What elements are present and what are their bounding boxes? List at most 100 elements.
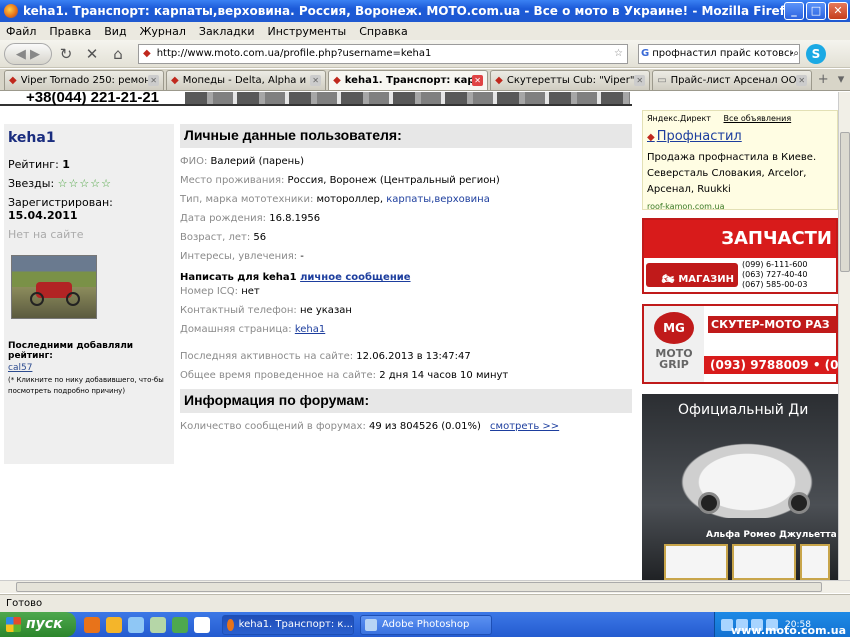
menu-file[interactable]: Файл [6, 25, 36, 38]
minimize-button[interactable]: _ [784, 2, 804, 20]
car-thumbnail[interactable] [732, 544, 796, 580]
field-fio: ФИО: Валерий (парень) [180, 156, 632, 167]
profile-main: Личные данные пользователя: ФИО: Валерий… [180, 124, 632, 440]
tab-label: Скутеретты Cub: "Viper" -... [506, 75, 635, 86]
tab-close-icon[interactable]: ✕ [634, 75, 646, 86]
tab-close-icon[interactable]: ✕ [796, 75, 808, 86]
taskbar-item-firefox[interactable]: keha1. Транспорт: к... [222, 614, 354, 635]
menu-history[interactable]: Журнал [140, 25, 186, 38]
rating-label: Рейтинг: [8, 158, 59, 171]
phone-label: Контактный телефон: [180, 305, 297, 316]
start-button[interactable]: пуск [0, 612, 76, 637]
new-tab-icon[interactable]: + [814, 72, 832, 90]
rated-by-user-link[interactable]: cal57 [8, 363, 170, 373]
motorcycle-icon: 🏍 [661, 274, 675, 285]
stop-icon[interactable]: ✕ [80, 43, 104, 65]
tab-viper-tornado[interactable]: ◆ Viper Tornado 250: ремонт... ✕ [4, 70, 165, 90]
car-ad-title: Официальный Ди [678, 402, 809, 418]
tab-label: Мопеды - Delta, Alpha и н... [182, 75, 310, 86]
parts-phone: (067) 585-00-03 [742, 280, 808, 289]
profile-sidebar: keha1 Рейтинг: 1 Звезды: ☆☆☆☆☆ Зарегистр… [4, 124, 174, 464]
field-last-active: Последняя активность на сайте: 12.06.201… [180, 351, 632, 362]
menu-bar: Файл Правка Вид Журнал Закладки Инструме… [0, 22, 850, 40]
browser-quicklaunch-icon[interactable] [128, 616, 144, 633]
rating-value: 1 [62, 158, 70, 171]
bookmark-star-icon[interactable]: ☆ [614, 48, 623, 59]
site-favicon-icon: ◆ [143, 48, 151, 59]
close-button[interactable]: ✕ [828, 2, 848, 20]
homepage-link[interactable]: keha1 [295, 324, 325, 335]
field-total-time: Общее время проведенное на сайте: 2 дня … [180, 370, 632, 381]
tab-price-list[interactable]: ▭ Прайс-лист Арсенал ООО, ... ✕ [652, 70, 813, 90]
url-bar[interactable]: ◆ http://www.moto.com.ua/profile.php?use… [138, 43, 628, 64]
parts-title: ЗАПЧАСТИ [644, 220, 836, 258]
tab-close-icon[interactable]: ✕ [148, 75, 160, 86]
tab-list-icon[interactable]: ▾ [832, 72, 850, 90]
parts-shop-label: МАГАЗИН [678, 274, 734, 285]
menu-bookmarks[interactable]: Закладки [199, 25, 255, 38]
tab-mopeds[interactable]: ◆ Мопеды - Delta, Alpha и н... ✕ [166, 70, 327, 90]
field-place: Место проживания: Россия, Воронеж (Центр… [180, 175, 632, 186]
taskbar-item-photoshop[interactable]: Adobe Photoshop [360, 614, 492, 635]
yandex-direct-ad[interactable]: Яндекс.Директ Все объявления ◆ Профнастил… [642, 110, 838, 211]
tab-close-icon[interactable]: ✕ [310, 75, 322, 86]
menu-edit[interactable]: Правка [49, 25, 91, 38]
vertical-scroll-thumb[interactable] [840, 132, 850, 272]
field-age: Возраст, лет: 56 [180, 232, 632, 243]
profile-username: keha1 [8, 130, 56, 146]
firefox-quicklaunch-icon[interactable] [84, 616, 100, 633]
menu-tools[interactable]: Инструменты [268, 25, 347, 38]
birth-value: 16.8.1956 [269, 213, 321, 224]
horizontal-scrollbar[interactable] [0, 580, 850, 593]
maximize-button[interactable]: □ [806, 2, 826, 20]
vehicle-brand-link[interactable]: карпаты,верховина [386, 194, 490, 205]
yandex-direct-label[interactable]: Яндекс.Директ [647, 114, 711, 123]
car-image [672, 438, 822, 518]
car-wheel [698, 492, 720, 514]
tab-favicon-icon: ◆ [495, 75, 503, 86]
quick-launch [84, 616, 216, 633]
parts-shop-ad[interactable]: ЗАПЧАСТИ 🏍 МАГАЗИН (099) 6-111-600 (063)… [642, 218, 838, 294]
write-label: Написать для keha1 [180, 272, 297, 283]
editor-quicklaunch-icon[interactable] [150, 616, 166, 633]
ad-url[interactable]: roof-kamon.com.ua [647, 202, 833, 211]
ad-text: Продажа профнастила в Киеве. Северсталь … [647, 152, 817, 195]
tab-label: Прайс-лист Арсенал ООО, ... [670, 75, 797, 86]
url-text[interactable]: http://www.moto.com.ua/profile.php?usern… [157, 48, 614, 59]
view-posts-link[interactable]: смотреть >> [490, 421, 559, 432]
back-forward-button[interactable]: ◀ ▶ [4, 42, 52, 65]
top-banner[interactable]: +38(044) 221-21-21 [0, 92, 632, 106]
search-input[interactable]: G профнастил прайс котовск ⌕ [638, 43, 800, 64]
mg-moto-grip-ad[interactable]: MG MOTO GRIP СКУТЕР-МОТО РАЗ (093) 97880… [642, 304, 838, 384]
mg-logo-circle: MG [654, 312, 694, 344]
tab-profile-active[interactable]: ◆ keha1. Транспорт: кар... ✕ [328, 70, 489, 90]
field-interests: Интересы, увлечения: - [180, 251, 632, 262]
taskbar-item-label: Adobe Photoshop [382, 619, 470, 630]
menu-view[interactable]: Вид [104, 25, 126, 38]
tab-scooterettes[interactable]: ◆ Скутеретты Cub: "Viper" -... ✕ [490, 70, 651, 90]
private-message-link[interactable]: личное сообщение [300, 272, 410, 283]
media-quicklaunch-icon[interactable] [106, 616, 122, 633]
ad-title-link[interactable]: ◆ Профнастил [647, 129, 833, 144]
car-thumbnail[interactable] [800, 544, 830, 580]
vertical-scrollbar[interactable] [838, 92, 850, 580]
ad-title-text[interactable]: Профнастил [657, 129, 742, 144]
search-icon[interactable]: ⌕ [793, 48, 799, 59]
all-ads-link[interactable]: Все объявления [724, 114, 792, 123]
menu-help[interactable]: Справка [359, 25, 407, 38]
car-wheel [788, 492, 810, 514]
avatar[interactable] [11, 255, 97, 319]
explorer-quicklaunch-icon[interactable] [172, 616, 188, 633]
power-quicklaunch-icon[interactable] [194, 616, 210, 633]
car-thumbnail[interactable] [664, 544, 728, 580]
home-icon[interactable]: ⌂ [106, 43, 130, 65]
skype-icon[interactable]: S [806, 43, 826, 64]
search-value[interactable]: профнастил прайс котовск [652, 48, 793, 59]
forum-count-label: Количество сообщений в форумах: [180, 421, 366, 432]
google-icon[interactable]: G [641, 48, 649, 59]
reload-icon[interactable]: ↻ [54, 43, 78, 65]
horizontal-scroll-thumb[interactable] [16, 582, 822, 592]
vehicle-type: мотороллер, [316, 194, 384, 205]
alfa-romeo-ad[interactable]: Официальный Ди Альфа Ромео Джульетта [642, 394, 838, 580]
tab-close-icon[interactable]: ✕ [472, 75, 484, 86]
